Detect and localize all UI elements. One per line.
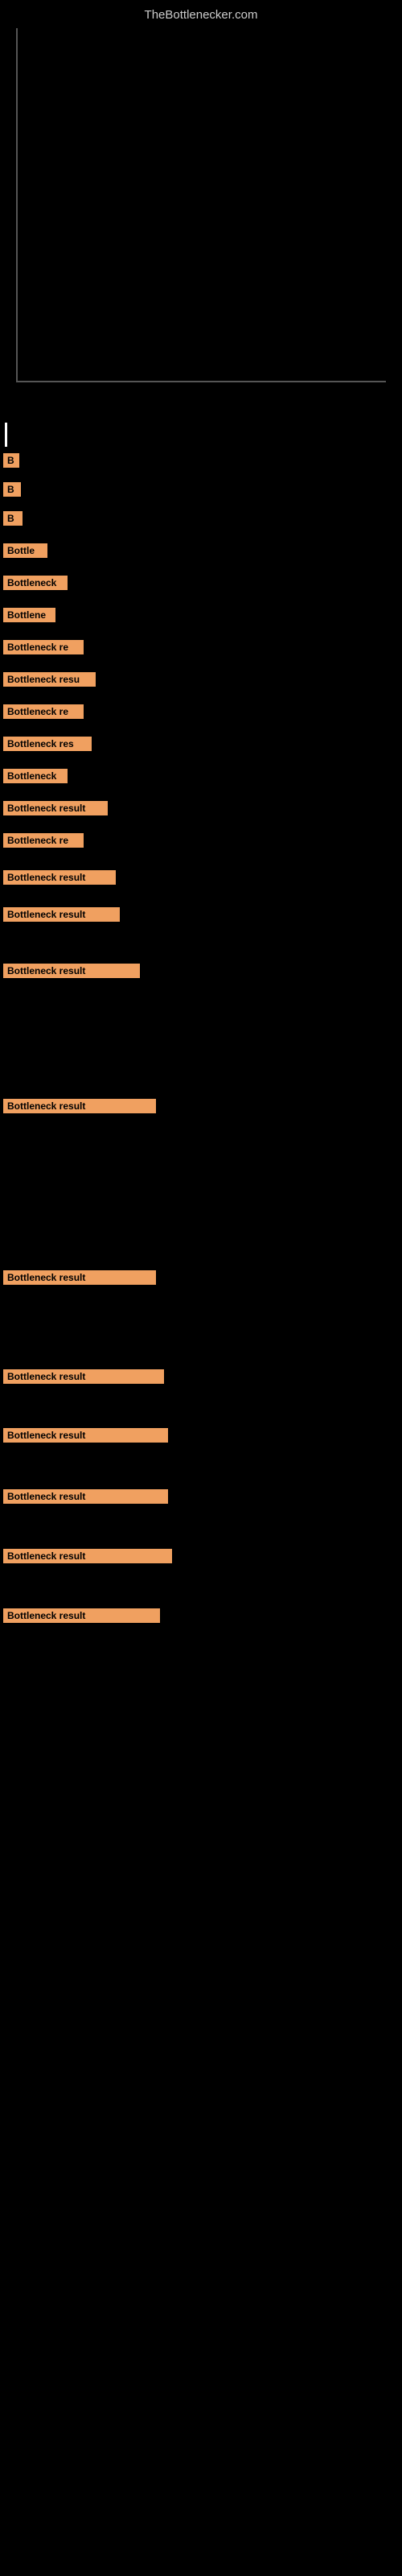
list-item: Bottleneck result [0,1549,402,1563]
list-item: Bottleneck re [0,704,402,719]
list-item: Bottleneck result [0,1099,402,1113]
list-item: Bottleneck result [0,1369,402,1384]
list-item: Bottle [0,543,402,558]
list-item: B [0,453,402,468]
list-item: Bottleneck result [0,1608,402,1623]
list-item: B [0,511,402,526]
list-item: Bottleneck resu [0,672,402,687]
list-item: Bottleneck res [0,737,402,751]
list-item: Bottleneck result [0,964,402,978]
list-item: Bottleneck [0,576,402,590]
list-item: Bottleneck re [0,640,402,654]
list-item: Bottleneck result [0,1428,402,1443]
list-item: Bottleneck [0,769,402,783]
list-item: Bottleneck result [0,1270,402,1285]
list-item: Bottleneck result [0,907,402,922]
site-title: TheBottlenecker.com [0,0,402,28]
list-item: Bottleneck re [0,833,402,848]
list-item: Bottleneck result [0,1489,402,1504]
list-item: B [0,482,402,497]
list-item: Bottleneck result [0,801,402,815]
chart-inner [16,28,386,382]
cursor-indicator [0,423,402,447]
list-item: Bottlene [0,608,402,622]
list-item: Bottleneck result [0,870,402,885]
chart-area [0,28,402,415]
